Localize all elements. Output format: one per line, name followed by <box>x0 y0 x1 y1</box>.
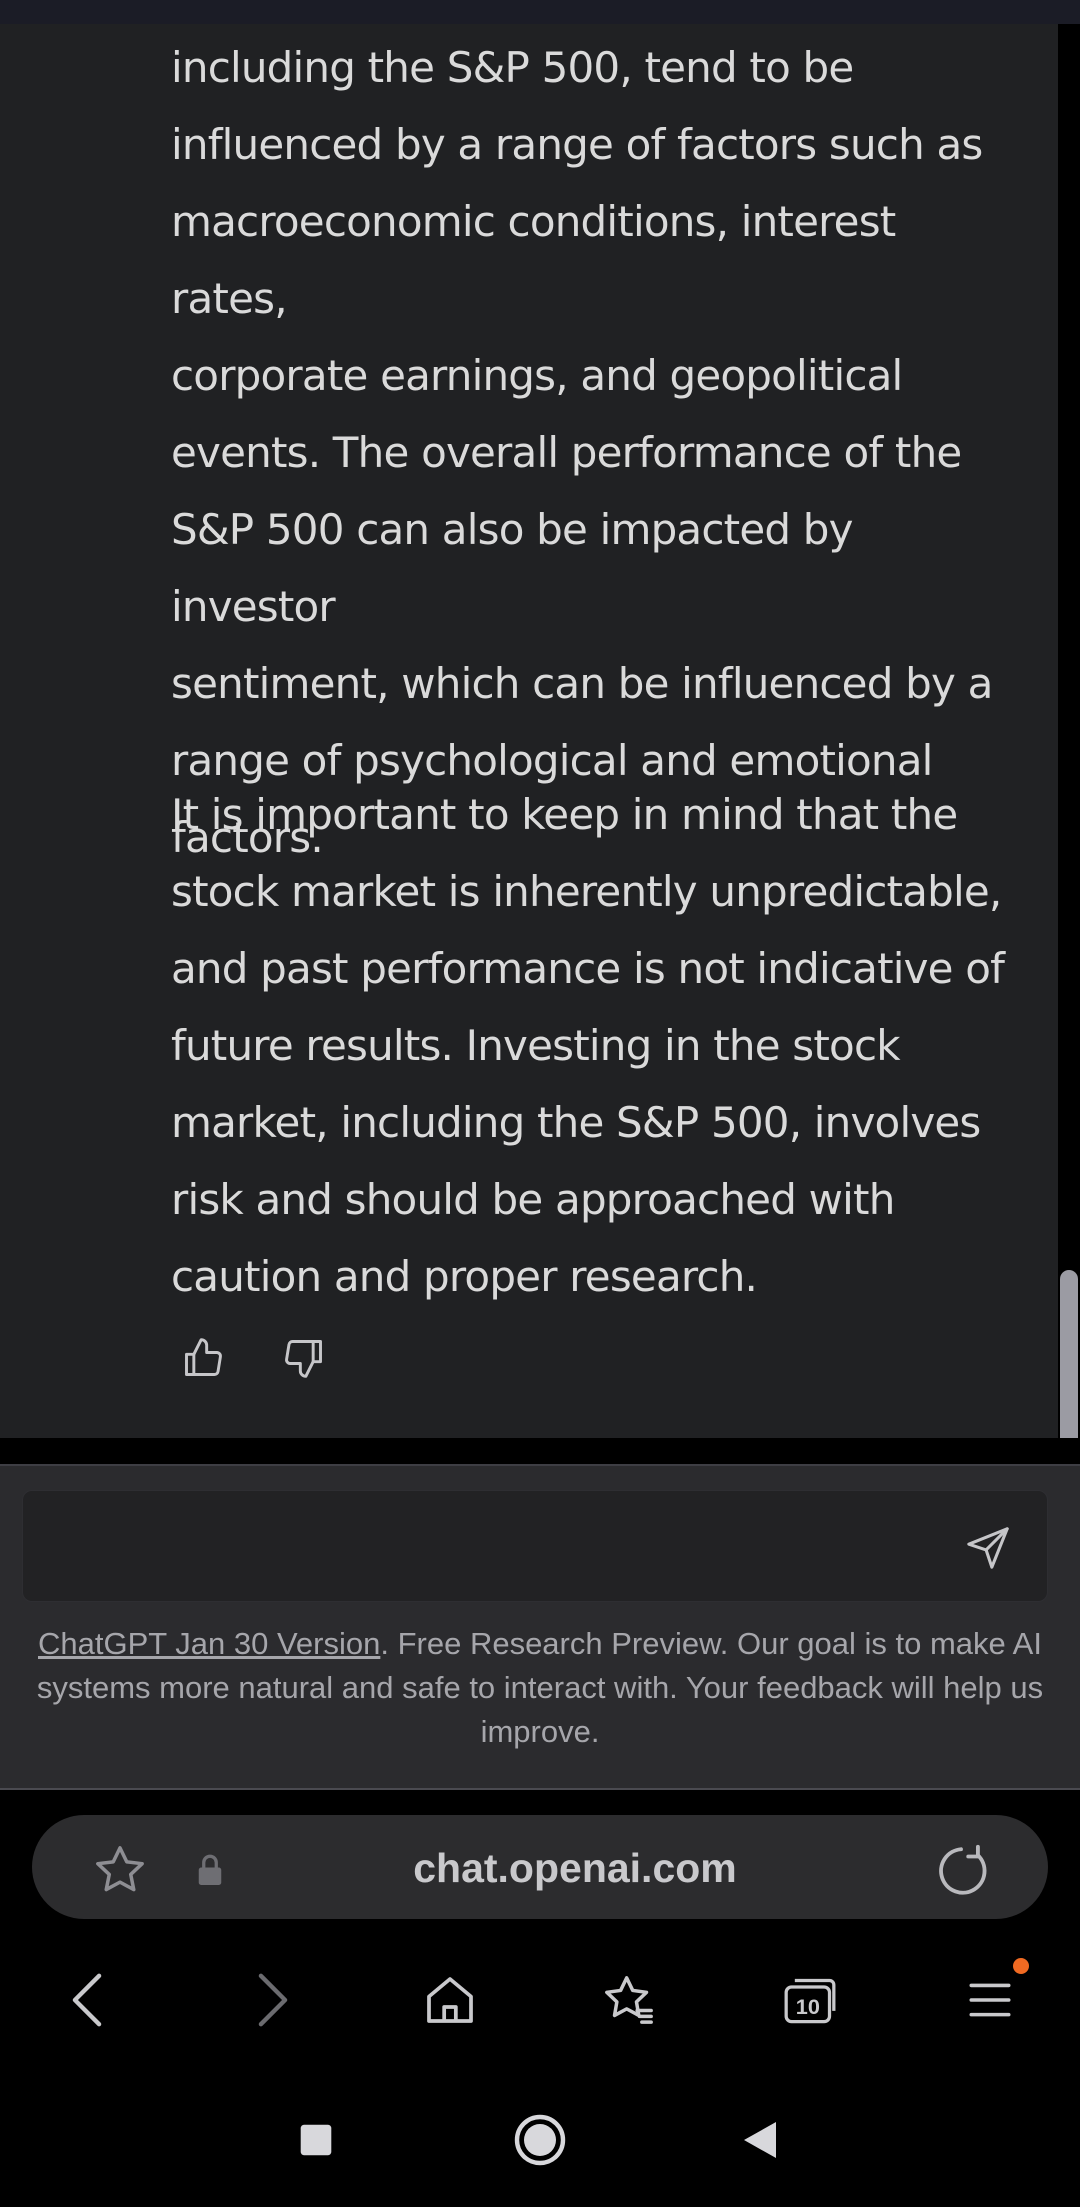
bookmarks-icon[interactable] <box>594 1968 664 2032</box>
recents-icon[interactable] <box>286 2110 346 2170</box>
thumbs-up-icon[interactable] <box>175 1330 231 1386</box>
scrollbar-thumb[interactable] <box>1060 1270 1078 1465</box>
response-line: corporate earnings, and geopolitical <box>171 351 903 400</box>
thumbs-down-icon[interactable] <box>276 1330 332 1386</box>
response-line: S&P 500 can also be impacted by investor <box>171 505 854 631</box>
response-line: future results. Investing in the stock <box>171 1021 901 1070</box>
send-icon <box>967 1527 1009 1569</box>
notification-dot <box>1013 1958 1029 1974</box>
back-icon[interactable] <box>52 1968 122 2032</box>
response-line: It is important to keep in mind that the <box>171 790 958 839</box>
response-line: including the S&P 500, tend to be <box>171 43 854 92</box>
lock-icon <box>192 1852 228 1888</box>
back-triangle-icon[interactable] <box>730 2110 790 2170</box>
disclaimer: ChatGPT Jan 30 Version. Free Research Pr… <box>28 1622 1052 1754</box>
url-text[interactable]: chat.openai.com <box>300 1840 850 1896</box>
response-line: and past performance is not indicative o… <box>171 944 1005 993</box>
star-icon[interactable] <box>88 1840 152 1900</box>
home-icon[interactable] <box>415 1968 485 2032</box>
version-link[interactable]: ChatGPT Jan 30 Version <box>38 1626 380 1661</box>
response-line: macroeconomic conditions, interest rates… <box>171 197 896 323</box>
response-paragraph: It is important to keep in mind that the… <box>171 776 1021 1315</box>
reload-icon[interactable] <box>928 1838 994 1904</box>
response-line: stock market is inherently unpredictable… <box>171 867 1002 916</box>
menu-icon[interactable] <box>955 1968 1025 2032</box>
divider <box>0 1438 1080 1464</box>
message-input[interactable] <box>43 1511 943 1581</box>
scrollbar-track[interactable] <box>1058 24 1080 1464</box>
forward-icon[interactable] <box>238 1968 308 2032</box>
home-circle-icon[interactable] <box>510 2110 570 2170</box>
response-line: sentiment, which can be influenced by a <box>171 659 993 708</box>
response-line: caution and proper research. <box>171 1252 758 1301</box>
chat-area: including the S&P 500, tend to be influe… <box>0 24 1080 1438</box>
response-paragraph: including the S&P 500, tend to be influe… <box>171 29 1021 876</box>
tab-count: 10 <box>796 1994 820 2019</box>
divider <box>0 1464 1080 1466</box>
send-button[interactable] <box>960 1520 1016 1576</box>
tabs-icon[interactable]: 10 <box>775 1968 845 2032</box>
message-box[interactable] <box>22 1490 1048 1602</box>
response-line: events. The overall performance of the <box>171 428 962 477</box>
response-line: risk and should be approached with <box>171 1175 895 1224</box>
response-line: market, including the S&P 500, involves <box>171 1098 981 1147</box>
response-line: influenced by a range of factors such as <box>171 120 983 169</box>
status-strip <box>0 0 1080 24</box>
